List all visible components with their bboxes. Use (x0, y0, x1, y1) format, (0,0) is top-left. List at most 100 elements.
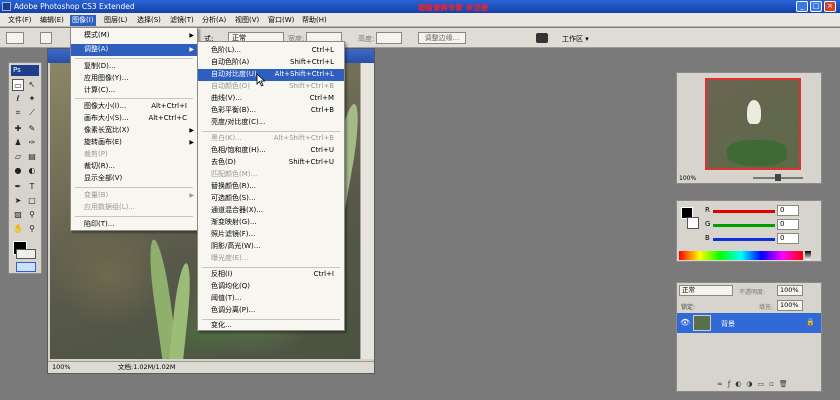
menu-separator (75, 98, 193, 99)
blue-slider[interactable] (713, 238, 775, 241)
menu-item-rotate-canvas[interactable]: 旋转画布(E) ▶ (71, 137, 197, 149)
crop-icon[interactable]: ⌗ (12, 107, 24, 119)
menu-view[interactable]: 视图(V) (233, 15, 261, 26)
history-brush-icon[interactable]: ✑ (26, 137, 38, 149)
marquee-tool-preset-icon[interactable] (6, 32, 24, 44)
blue-value-input[interactable]: 0 (777, 233, 799, 244)
color-background-swatch[interactable] (687, 217, 699, 229)
menu-item-apply-image[interactable]: 应用图像(Y)... (71, 73, 197, 85)
eraser-icon[interactable]: ▱ (12, 151, 24, 163)
fill-label: 填充: (759, 304, 774, 311)
menu-item-shadow-highlight[interactable]: 阴影/高光(W)... (198, 241, 344, 253)
ps-badge: Ps (11, 65, 39, 76)
menu-item-auto-contrast[interactable]: 自动对比度(U) Alt+Shift+Ctrl+L (198, 69, 344, 81)
brush-icon[interactable]: ✎ (26, 123, 38, 135)
lasso-icon[interactable]: ℓ (12, 93, 24, 105)
vertical-scrollbar[interactable] (360, 63, 374, 359)
fill-input[interactable]: 100% (777, 300, 803, 311)
menu-item-image-size[interactable]: 图像大小(I)... Alt+Ctrl+I (71, 101, 197, 113)
type-icon[interactable]: T (26, 181, 38, 193)
pen-icon[interactable]: ✒ (12, 181, 24, 193)
minimize-button[interactable]: _ (796, 1, 808, 12)
refine-edge-button[interactable]: 调整边缘... (418, 32, 466, 44)
new-selection-icon[interactable] (40, 32, 52, 44)
menu-image[interactable]: 图像(I) (70, 15, 96, 26)
gradient-icon[interactable]: ▤ (26, 151, 38, 163)
dodge-icon[interactable]: ◐ (26, 165, 38, 177)
maximize-button[interactable]: □ (810, 1, 822, 12)
menu-item-mode[interactable]: 模式(M) ▶ (71, 30, 197, 42)
menu-select[interactable]: 选择(S) (135, 15, 163, 26)
menu-filter[interactable]: 滤镜(T) (168, 15, 196, 26)
healing-brush-icon[interactable]: ✚ (12, 123, 24, 135)
blend-mode-select[interactable]: 正常 (679, 285, 733, 296)
menu-item-gradient-map[interactable]: 渐变映射(G)... (198, 217, 344, 229)
menu-item-selective-color[interactable]: 可选颜色(S)... (198, 193, 344, 205)
navigator-zoom[interactable]: 100% (679, 175, 696, 182)
menu-item-canvas-size[interactable]: 画布大小(S)... Alt+Ctrl+C (71, 113, 197, 125)
eyedropper-icon[interactable]: ⚲ (26, 209, 38, 221)
menu-layer[interactable]: 图层(L) (102, 15, 129, 26)
magic-wand-icon[interactable]: ✦ (26, 93, 38, 105)
menu-item-adjustments[interactable]: 调整(A) ▶ (71, 44, 197, 56)
menu-item-photo-filter[interactable]: 照片滤镜(F)... (198, 229, 344, 241)
menu-item-invert[interactable]: 反相(I) Ctrl+I (198, 269, 344, 281)
menu-edit[interactable]: 编辑(E) (38, 15, 66, 26)
menu-item-brightness-contrast[interactable]: 亮度/对比度(C)... (198, 117, 344, 129)
color-spectrum-bar[interactable] (679, 251, 803, 260)
height-input[interactable] (376, 32, 402, 44)
menu-item-reveal-all[interactable]: 显示全部(V) (71, 173, 197, 185)
menu-item-auto-levels[interactable]: 自动色阶(A) Shift+Ctrl+L (198, 57, 344, 69)
black-white-ramp[interactable] (805, 251, 811, 260)
path-selection-icon[interactable]: ➤ (12, 195, 24, 207)
shape-icon[interactable]: □ (26, 195, 38, 207)
screen-mode-icon[interactable] (16, 262, 36, 272)
notes-icon[interactable]: ▨ (12, 209, 24, 221)
navigator-zoom-handle[interactable] (775, 174, 781, 181)
menu-item-calculations[interactable]: 计算(C)... (71, 85, 197, 97)
hand-icon[interactable]: ✋ (12, 223, 24, 235)
layer-visibility-eye-icon[interactable]: 👁 (680, 318, 690, 327)
photoshop-logo-icon (2, 2, 11, 11)
menu-item-curves[interactable]: 曲线(V)... Ctrl+M (198, 93, 344, 105)
slice-icon[interactable]: ⟋ (26, 107, 38, 119)
move-icon[interactable]: ↖ (26, 79, 38, 91)
layer-actions-toolbar[interactable]: ∞ƒ◐◑▭▫🗑 (717, 380, 817, 390)
menu-item-trap[interactable]: 陷印(T)... (71, 219, 197, 231)
layer-row-background[interactable]: 👁 背景 🔒 (677, 313, 821, 333)
menu-item-channel-mixer[interactable]: 通道混合器(X)... (198, 205, 344, 217)
menu-item-pixel-aspect[interactable]: 像素长宽比(X) ▶ (71, 125, 197, 137)
navigator-thumbnail[interactable] (705, 78, 801, 170)
workspace-button[interactable]: 工作区 ▾ (562, 34, 589, 44)
menu-item-hue-saturation[interactable]: 色相/饱和度(H)... Ctrl+U (198, 145, 344, 157)
opacity-input[interactable]: 100% (777, 285, 803, 296)
red-slider[interactable] (713, 210, 775, 213)
green-value-input[interactable]: 0 (777, 219, 799, 230)
menu-item-posterize[interactable]: 色调分离(P)... (198, 305, 344, 317)
menu-item-equalize[interactable]: 色调均化(Q) (198, 281, 344, 293)
menu-item-replace-color[interactable]: 替换颜色(R)... (198, 181, 344, 193)
menu-window[interactable]: 窗口(W) (266, 15, 296, 26)
zoom-icon[interactable]: ⚲ (26, 223, 38, 235)
menu-item-auto-color: 自动颜色(O) Shift+Ctrl+B (211, 82, 334, 90)
green-slider[interactable] (713, 224, 775, 227)
red-value-input[interactable]: 0 (777, 205, 799, 216)
quick-mask-icon[interactable] (16, 249, 36, 259)
menu-item-desaturate[interactable]: 去色(D) Shift+Ctrl+U (198, 157, 344, 169)
menu-analysis[interactable]: 分析(A) (200, 15, 228, 26)
menu-item-trim[interactable]: 裁切(R)... (71, 161, 197, 173)
menu-item-color-balance[interactable]: 色彩平衡(B)... Ctrl+B (198, 105, 344, 117)
blur-icon[interactable]: ● (12, 165, 24, 177)
clone-stamp-icon[interactable]: ♟ (12, 137, 24, 149)
menu-item-variations[interactable]: 变化... (198, 320, 344, 332)
menu-file[interactable]: 文件(F) (6, 15, 34, 26)
marquee-icon[interactable]: ▭ (12, 79, 24, 91)
adjustments-submenu: 色阶(L)... Ctrl+L 自动色阶(A) Shift+Ctrl+L 自动对比度… (197, 41, 345, 331)
zoom-level[interactable]: 100% (52, 362, 71, 373)
menu-item-levels[interactable]: 色阶(L)... Ctrl+L (198, 45, 344, 57)
close-button[interactable]: × (824, 1, 836, 12)
menu-item-threshold[interactable]: 阈值(T)... (198, 293, 344, 305)
menu-help[interactable]: 帮助(H) (300, 15, 329, 26)
menu-item-duplicate[interactable]: 复制(D)... (71, 61, 197, 73)
palette-well-icon[interactable] (536, 33, 548, 43)
